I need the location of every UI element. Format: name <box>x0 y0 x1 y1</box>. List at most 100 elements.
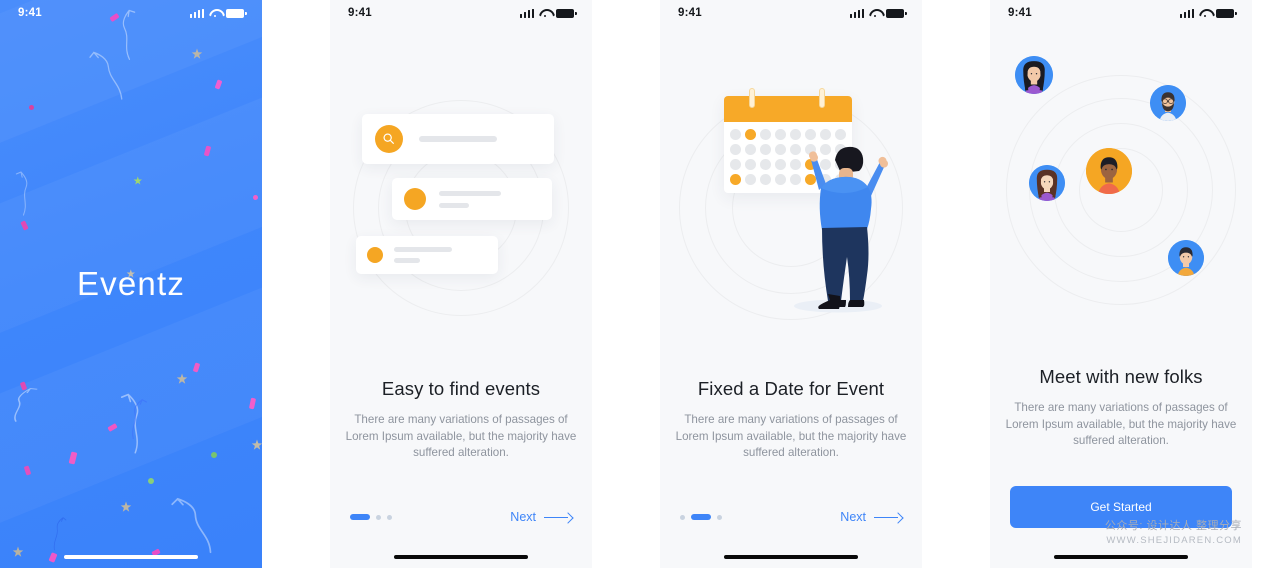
calendar-day-cell[interactable] <box>730 159 741 170</box>
event-card[interactable] <box>392 178 552 220</box>
placeholder-bar <box>394 258 420 263</box>
status-bar: 9:41 <box>330 0 592 26</box>
signal-bars-icon <box>849 8 864 18</box>
calendar-day-cell[interactable] <box>730 174 741 185</box>
battery-icon <box>556 8 577 18</box>
search-cards-illustration <box>330 58 592 358</box>
calendar-day-cell[interactable] <box>775 174 786 185</box>
page-description: There are many variations of passages of… <box>1005 401 1237 448</box>
calendar-header <box>724 88 852 122</box>
avatar-woman-dark-hair[interactable] <box>1015 56 1053 94</box>
status-icons <box>1179 8 1237 18</box>
next-button-label: Next <box>510 510 536 524</box>
calendar-ring-icon <box>749 88 755 108</box>
page-title: Meet with new folks <box>1039 366 1203 387</box>
next-button-label: Next <box>840 510 866 524</box>
onboarding-screen-find-events: 9:41 Easy to find events There are many … <box>330 0 592 568</box>
avatar-man-yellow-shirt[interactable] <box>1168 240 1204 276</box>
search-icon <box>375 125 403 153</box>
status-icons <box>849 8 907 18</box>
avatar-cluster <box>990 40 1252 340</box>
calendar-day-cell[interactable] <box>730 144 741 155</box>
onboarding-screen-fix-date: 9:41 Fixed a Date for Event There are ma… <box>660 0 922 568</box>
caption-block: Fixed a Date for Event There are many va… <box>674 378 908 462</box>
watermark: 公众号: 设计达人 整理分享 WWW.SHEJIDAREN.COM <box>1105 517 1242 546</box>
screen-gap <box>592 0 660 568</box>
watermark-url: WWW.SHEJIDAREN.COM <box>1106 535 1242 546</box>
calendar-day-cell[interactable] <box>745 159 756 170</box>
pagination-dots[interactable] <box>350 514 392 520</box>
avatar-bearded-man[interactable] <box>1150 85 1186 121</box>
placeholder-bar <box>439 190 501 196</box>
page-title: Easy to find events <box>381 378 541 399</box>
person-illustration <box>794 146 888 313</box>
home-indicator[interactable] <box>724 554 858 559</box>
wifi-icon <box>209 9 221 18</box>
event-thumb-icon <box>404 188 426 210</box>
calendar-ring-icon <box>819 88 825 108</box>
calendar-day-cell[interactable] <box>760 159 771 170</box>
app-title: Eventz <box>76 265 186 302</box>
calendar-day-cell[interactable] <box>760 144 771 155</box>
caption-block: Easy to find events There are many varia… <box>344 378 578 462</box>
event-card[interactable] <box>356 236 498 274</box>
onboarding-screen-meet-folks: 9:41 Meet with new folks There are many … <box>990 0 1252 568</box>
page-title: Fixed a Date for Event <box>697 378 885 399</box>
status-time: 9:41 <box>678 7 702 19</box>
home-indicator[interactable] <box>394 554 528 559</box>
page-description: There are many variations of passages of… <box>345 413 577 460</box>
pagination-dots[interactable] <box>680 514 722 520</box>
battery-icon <box>1216 8 1237 18</box>
wifi-icon <box>1199 9 1211 18</box>
calendar-day-cell[interactable] <box>745 129 756 140</box>
screen-gap <box>262 0 330 568</box>
pagination-dot[interactable] <box>376 514 381 520</box>
pagination-dot[interactable] <box>691 514 711 520</box>
people-network-illustration <box>990 40 1252 340</box>
wifi-icon <box>869 9 881 18</box>
battery-icon <box>886 8 907 18</box>
next-button[interactable]: Next <box>840 510 902 524</box>
avatar-woman-long-hair[interactable] <box>1029 165 1065 201</box>
calendar-day-cell[interactable] <box>730 129 741 140</box>
event-thumb-icon <box>367 247 383 263</box>
splash-screen: 9:41 Eventz <box>0 0 262 568</box>
placeholder-bar <box>419 136 497 142</box>
battery-icon <box>226 8 247 18</box>
screenshot-root: 9:41 Eventz 9:41 Easy to find events The… <box>0 0 1280 568</box>
onboarding-footer: Next <box>680 510 902 524</box>
pagination-dot[interactable] <box>680 514 685 520</box>
calendar-day-cell[interactable] <box>775 159 786 170</box>
status-icons <box>519 8 577 18</box>
signal-bars-icon <box>189 8 204 18</box>
status-bar: 9:41 <box>0 0 262 26</box>
arrow-right-icon <box>874 513 902 522</box>
calendar-day-cell[interactable] <box>775 129 786 140</box>
pagination-dot[interactable] <box>350 514 370 520</box>
calendar-day-cell[interactable] <box>760 129 771 140</box>
page-description: There are many variations of passages of… <box>675 413 907 460</box>
status-bar: 9:41 <box>660 0 922 26</box>
status-time: 9:41 <box>1008 7 1032 19</box>
signal-bars-icon <box>519 8 534 18</box>
arrow-right-icon <box>544 513 572 522</box>
pagination-dot[interactable] <box>717 514 722 520</box>
calendar-day-cell[interactable] <box>775 144 786 155</box>
calendar-day-cell[interactable] <box>745 174 756 185</box>
home-indicator[interactable] <box>64 554 198 559</box>
home-indicator[interactable] <box>1054 554 1188 559</box>
status-time: 9:41 <box>348 7 372 19</box>
search-card[interactable] <box>362 114 554 164</box>
next-button[interactable]: Next <box>510 510 572 524</box>
pagination-dot[interactable] <box>387 514 392 520</box>
status-bar: 9:41 <box>990 0 1252 26</box>
calendar-day-cell[interactable] <box>760 174 771 185</box>
status-icons <box>189 8 247 18</box>
status-time: 9:41 <box>18 7 42 19</box>
placeholder-bar <box>439 202 469 208</box>
placeholder-bar <box>394 247 452 252</box>
watermark-chinese: 公众号: 设计达人 整理分享 <box>1104 520 1242 532</box>
calendar-person-illustration <box>660 58 922 358</box>
calendar-day-cell[interactable] <box>745 144 756 155</box>
avatar-center-person[interactable] <box>1086 148 1132 194</box>
